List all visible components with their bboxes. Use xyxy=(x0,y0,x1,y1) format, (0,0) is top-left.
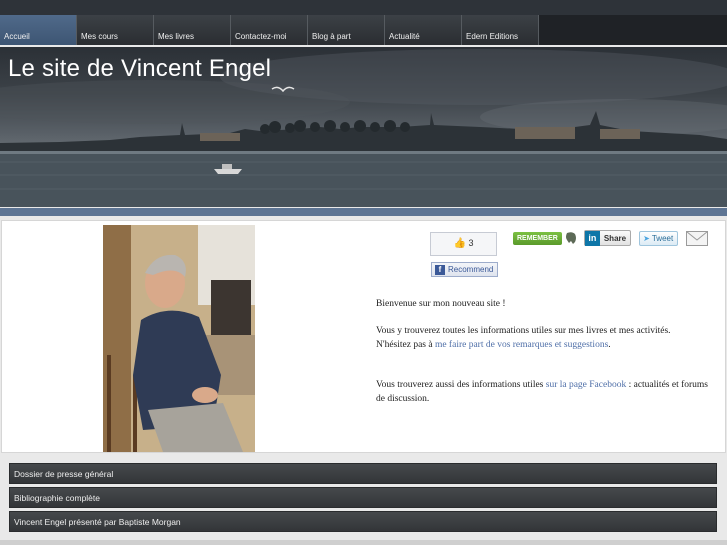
linkedin-icon: in xyxy=(584,230,600,246)
nav-filler xyxy=(539,15,727,45)
nav-item-edern-editions[interactable]: Edern Editions xyxy=(462,15,539,45)
evernote-remember-button[interactable]: REMEMBER xyxy=(513,231,562,245)
presentation-link[interactable]: Vincent Engel présenté par Baptiste Morg… xyxy=(9,511,717,532)
facebook-icon: f xyxy=(435,265,445,275)
nav-item-blog[interactable]: Blog à part xyxy=(308,15,385,45)
contact-prefix: N'hésitez pas à xyxy=(376,340,435,350)
thumbs-up-icon: 👍 xyxy=(453,238,466,249)
nav-item-actualite[interactable]: Actualité xyxy=(385,15,462,45)
nav-item-mes-livres[interactable]: Mes livres xyxy=(154,15,231,45)
banner-separator xyxy=(0,208,727,216)
site-title[interactable]: Le site de Vincent Engel xyxy=(8,55,271,83)
twitter-bird-icon: ➤ xyxy=(643,233,650,243)
tweet-button[interactable]: ➤ Tweet xyxy=(639,230,679,246)
nav-item-accueil[interactable]: Accueil xyxy=(0,15,77,45)
footer-strip xyxy=(0,540,727,545)
nav-item-contactez-moi[interactable]: Contactez-moi xyxy=(231,15,308,45)
content-panel: 👍 3 f Recommend REMEMBER in Share ➤ Tweet… xyxy=(1,220,726,453)
top-strip xyxy=(0,0,727,15)
author-photo xyxy=(103,225,255,452)
header-banner: Le site de Vincent Engel xyxy=(0,47,727,207)
intro-paragraph: Vous y trouverez toutes les informations… xyxy=(376,324,721,352)
facebook-prefix: Vous trouverez aussi des informations ut… xyxy=(376,380,546,390)
nav-item-mes-cours[interactable]: Mes cours xyxy=(77,15,154,45)
welcome-text: Bienvenue sur mon nouveau site ! xyxy=(376,299,506,309)
facebook-page-link[interactable]: sur la page Facebook xyxy=(546,380,626,390)
contact-link[interactable]: me faire part de vos remarques et sugges… xyxy=(435,340,608,350)
evernote-elephant-icon[interactable] xyxy=(564,231,578,245)
share-toolbar: REMEMBER in Share ➤ Tweet xyxy=(513,230,709,246)
tweet-label: Tweet xyxy=(651,233,674,243)
like-counter[interactable]: 👍 3 xyxy=(430,232,497,256)
like-count: 3 xyxy=(468,238,474,248)
recommend-button[interactable]: f Recommend xyxy=(431,262,498,277)
facebook-paragraph: Vous trouverez aussi des informations ut… xyxy=(376,378,716,406)
linkedin-label: Share xyxy=(603,233,627,243)
recommend-label: Recommend xyxy=(448,265,494,275)
press-kit-link[interactable]: Dossier de presse général xyxy=(9,463,717,484)
email-icon[interactable] xyxy=(686,230,709,246)
linkedin-share-button[interactable]: in Share xyxy=(583,230,632,246)
main-nav: Accueil Mes cours Mes livres Contactez-m… xyxy=(0,15,727,45)
intro-text: Vous y trouverez toutes les informations… xyxy=(376,326,671,336)
bibliography-link[interactable]: Bibliographie complète xyxy=(9,487,717,508)
contact-suffix: . xyxy=(608,340,611,350)
